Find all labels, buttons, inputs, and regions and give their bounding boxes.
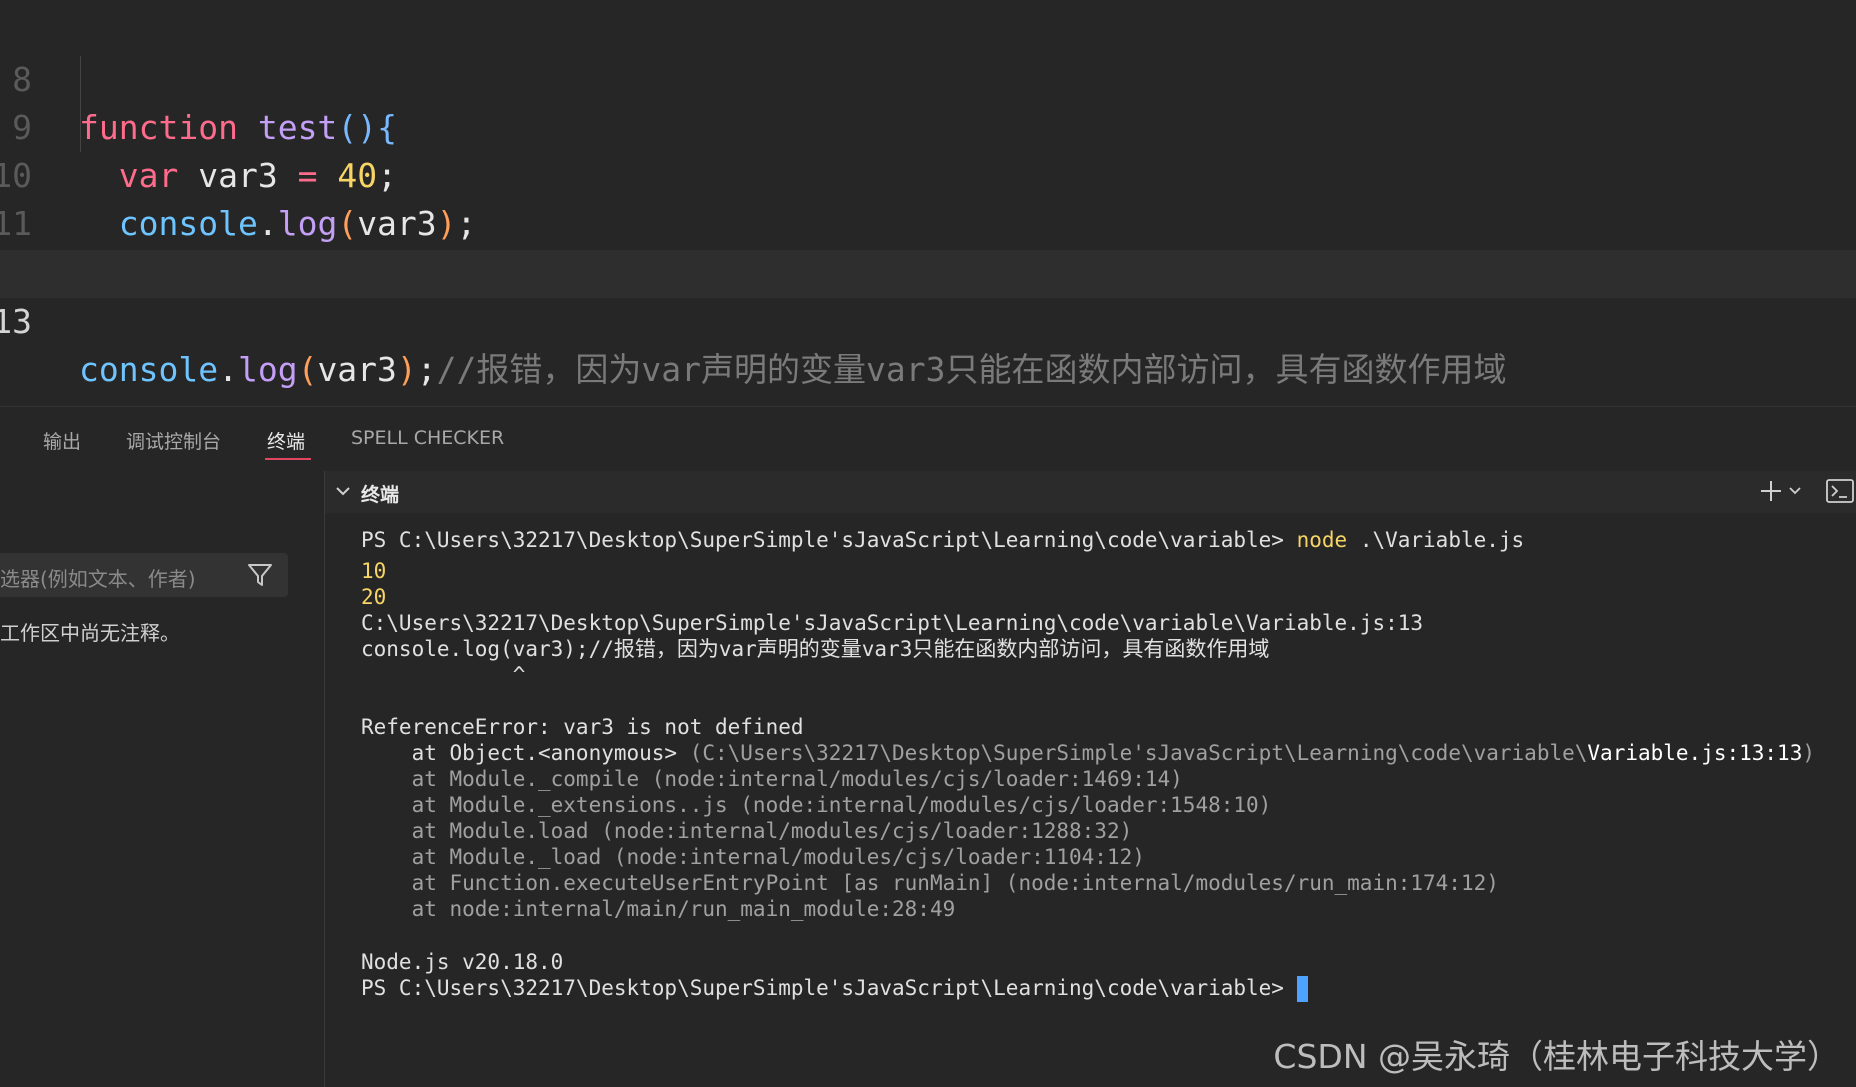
code-editor[interactable]: 8 function test(){ 9 var var3 = 40; 10 c… (0, 0, 1856, 406)
code-text: console.log(var3);//报错，因为var声明的变量var3只能在… (79, 350, 1507, 389)
empty-comments-message: 工作区中尚无注释。 (0, 621, 180, 645)
bottom-panel: 输出 调试控制台 终端 SPELL CHECKER 选器(例如文本、作者) 工作… (0, 406, 1856, 1087)
chevron-down-icon[interactable] (1787, 483, 1803, 499)
line-number: 13 (0, 302, 32, 341)
chevron-down-icon[interactable] (333, 481, 353, 501)
tab-debug-console[interactable]: 调试控制台 (126, 427, 221, 454)
tab-output[interactable]: 输出 (43, 427, 81, 454)
terminal-cursor (1296, 976, 1308, 1002)
comments-sidebar: 选器(例如文本、作者) 工作区中尚无注释。 (0, 471, 325, 1087)
filter-input[interactable]: 选器(例如文本、作者) (0, 553, 288, 597)
terminal-prompt: PS C:\Users\32217\Desktop\SuperSimple'sJ… (361, 528, 1525, 552)
terminal-header: 终端 (325, 471, 1856, 513)
tab-terminal[interactable]: 终端 (267, 427, 305, 454)
code-line-11[interactable]: 11 } (0, 152, 1856, 291)
active-tab-indicator (265, 458, 311, 460)
tab-spell-checker[interactable]: SPELL CHECKER (351, 427, 504, 449)
code-comment: //报错，因为var声明的变量var3只能在函数内部访问，具有函数作用域 (436, 350, 1507, 389)
code-line-10[interactable]: 10 console.log(var3); (0, 104, 1856, 243)
terminal-output[interactable]: PS C:\Users\32217\Desktop\SuperSimple'sJ… (325, 513, 1856, 1087)
code-line-13[interactable]: 13 console.log(var3);//报错，因为var声明的变量var3… (0, 250, 1856, 389)
code-line-9[interactable]: 9 var var3 = 40; (0, 56, 1856, 195)
watermark: CSDN @吴永琦（桂林电子科技大学） (1273, 1037, 1840, 1076)
terminal-title: 终端 (361, 484, 400, 506)
code-line-8[interactable]: 8 function test(){ (0, 8, 1856, 147)
filter-placeholder: 选器(例如文本、作者) (0, 567, 196, 591)
stack-trace-line: at node:internal/main/run_main_module:28… (361, 897, 956, 921)
code-line-12[interactable]: 12 (0, 200, 1856, 291)
terminal-prompt: PS C:\Users\32217\Desktop\SuperSimple'sJ… (361, 973, 1308, 1004)
filter-icon[interactable] (246, 561, 274, 589)
plus-icon[interactable] (1757, 477, 1785, 505)
terminal-icon[interactable] (1825, 477, 1855, 505)
error-caret: ^ (361, 663, 526, 687)
panel-tabs: 输出 调试控制台 终端 SPELL CHECKER (0, 407, 1856, 471)
